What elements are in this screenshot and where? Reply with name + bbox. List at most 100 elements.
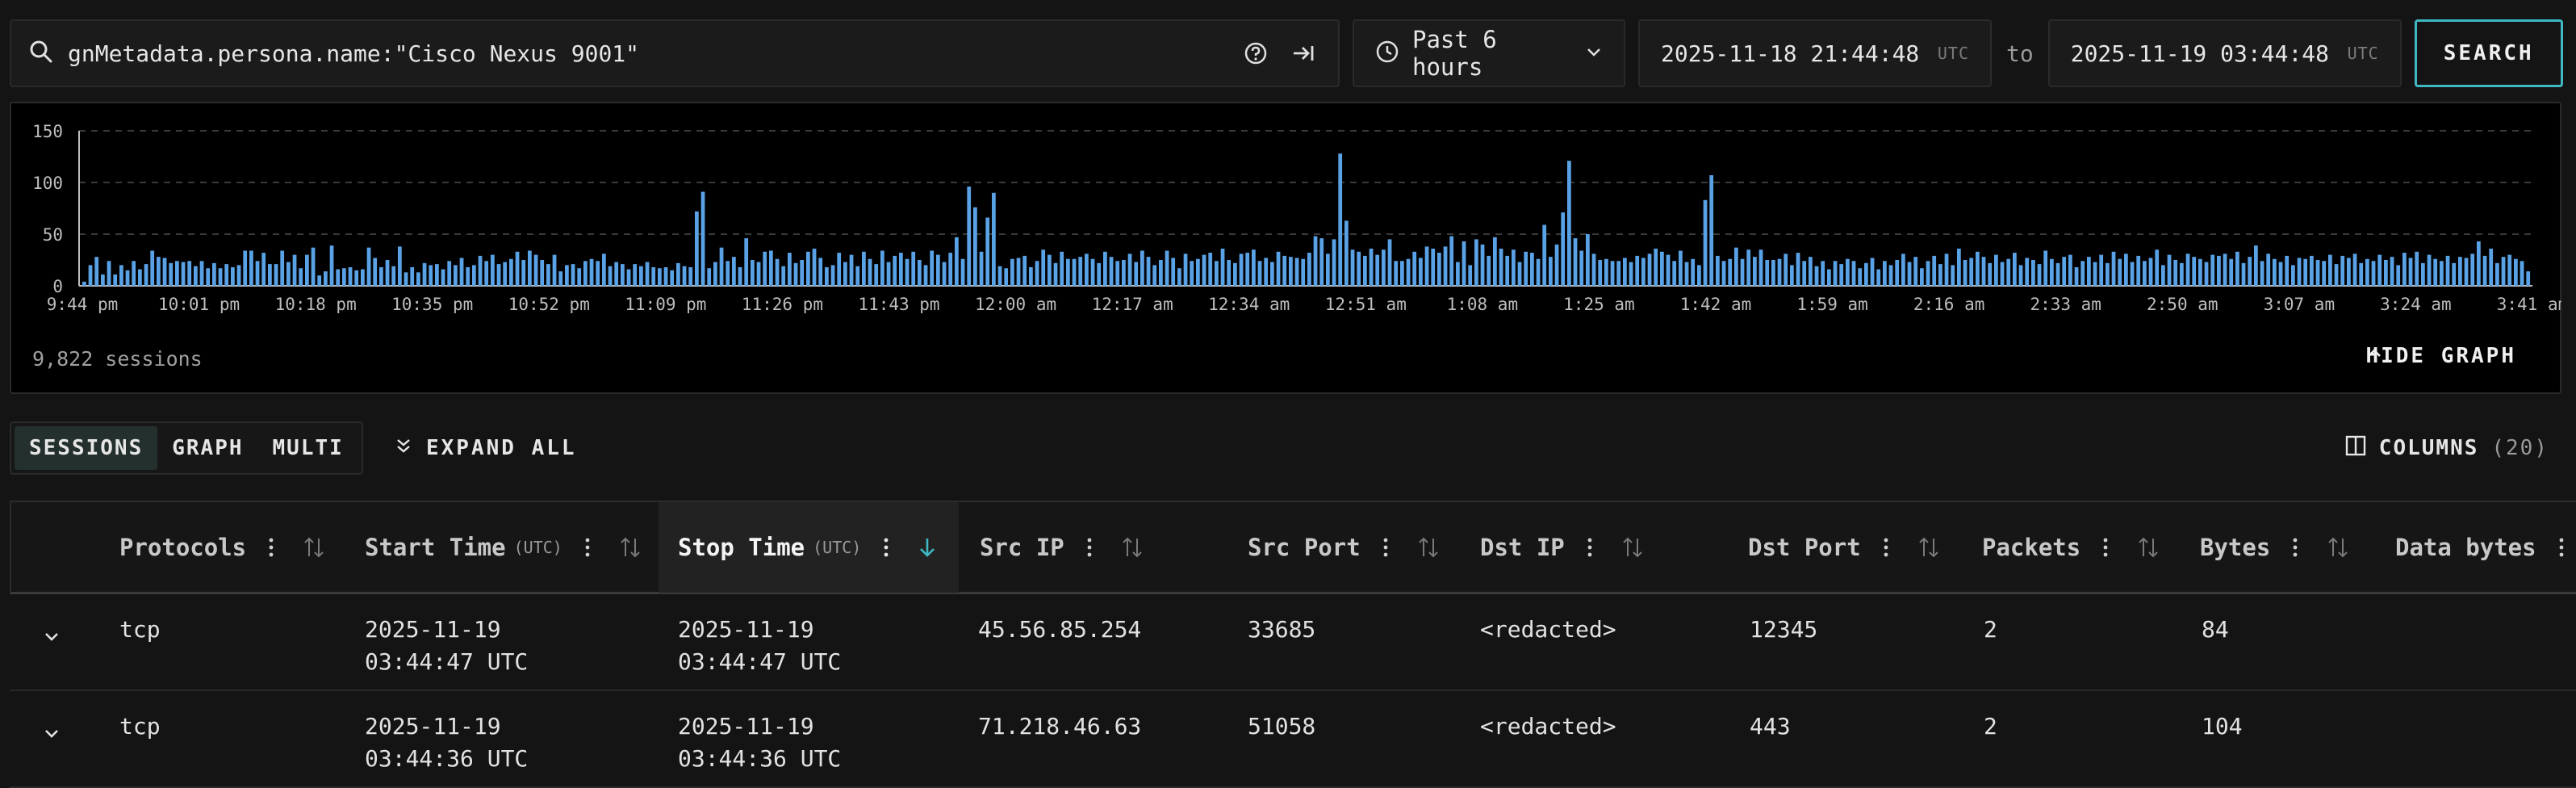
histogram-bar[interactable] bbox=[614, 262, 619, 286]
histogram-bar[interactable] bbox=[218, 268, 223, 286]
histogram-bar[interactable] bbox=[1888, 265, 1893, 286]
histogram-bar[interactable] bbox=[2111, 251, 2116, 286]
histogram-bar[interactable] bbox=[2273, 258, 2277, 286]
histogram-bar[interactable] bbox=[806, 251, 810, 286]
histogram-bar[interactable] bbox=[528, 250, 532, 286]
histogram-bar[interactable] bbox=[2025, 258, 2030, 286]
histogram-bar[interactable] bbox=[1969, 258, 1974, 286]
histogram-bar[interactable] bbox=[781, 266, 786, 286]
histogram-bar[interactable] bbox=[466, 266, 470, 286]
histogram-bar[interactable] bbox=[1610, 261, 1615, 286]
histogram-bar[interactable] bbox=[1740, 258, 1745, 286]
histogram-bar[interactable] bbox=[503, 262, 508, 286]
histogram-bar[interactable] bbox=[1208, 253, 1213, 286]
sort-icon[interactable] bbox=[1417, 537, 1440, 558]
histogram-bar[interactable] bbox=[1876, 269, 1881, 286]
histogram-bar[interactable] bbox=[249, 250, 253, 286]
histogram-bar[interactable] bbox=[2198, 258, 2202, 286]
histogram-bar[interactable] bbox=[1382, 249, 1386, 286]
histogram-bar[interactable] bbox=[422, 262, 427, 286]
cell-dst-ip[interactable]: <redacted> bbox=[1480, 614, 1616, 646]
histogram-bar[interactable] bbox=[398, 246, 402, 286]
histogram-bar[interactable] bbox=[1215, 261, 1219, 286]
histogram-bar[interactable] bbox=[1004, 268, 1009, 286]
histogram-bar[interactable] bbox=[1938, 264, 1942, 286]
histogram-bar[interactable] bbox=[1319, 238, 1324, 286]
columns-button[interactable]: COLUMNS (20) bbox=[2345, 421, 2549, 475]
histogram-bar[interactable] bbox=[546, 264, 550, 286]
histogram-bar[interactable] bbox=[1016, 258, 1021, 286]
histogram-bar[interactable] bbox=[1721, 261, 1726, 286]
histogram-bar[interactable] bbox=[818, 258, 823, 286]
histogram-bar[interactable] bbox=[206, 268, 211, 286]
hide-graph-button[interactable]: HIDE GRAPH bbox=[2365, 344, 2528, 368]
histogram-bar[interactable] bbox=[955, 237, 959, 286]
histogram-bar[interactable] bbox=[199, 261, 204, 286]
histogram-bar[interactable] bbox=[82, 281, 86, 286]
column-header-src-port[interactable]: Src Port bbox=[1248, 502, 1440, 593]
histogram-bar[interactable] bbox=[2266, 254, 2271, 286]
histogram-bar[interactable] bbox=[1245, 253, 1250, 286]
histogram-bar[interactable] bbox=[1771, 260, 1775, 286]
histogram-bar[interactable] bbox=[1301, 258, 1306, 286]
histogram-bar[interactable] bbox=[596, 261, 600, 286]
histogram-bar[interactable] bbox=[1140, 250, 1144, 286]
histogram-bar[interactable] bbox=[509, 258, 513, 286]
histogram-bar[interactable] bbox=[2445, 255, 2450, 286]
histogram-bar[interactable] bbox=[1480, 244, 1485, 286]
histogram-bar[interactable] bbox=[236, 265, 241, 286]
histogram-bar[interactable] bbox=[2155, 249, 2160, 286]
histogram-bar[interactable] bbox=[911, 251, 916, 286]
histogram-bar[interactable] bbox=[2254, 245, 2258, 286]
histogram-bar[interactable] bbox=[533, 254, 538, 286]
histogram-bar[interactable] bbox=[292, 254, 297, 286]
histogram-bar[interactable] bbox=[2043, 250, 2048, 286]
histogram-bar[interactable] bbox=[837, 253, 842, 286]
histogram-bar[interactable] bbox=[855, 266, 860, 286]
histogram-bar[interactable] bbox=[2223, 254, 2227, 286]
histogram-bar[interactable] bbox=[645, 262, 650, 286]
histogram-bar[interactable] bbox=[1926, 261, 1930, 286]
histogram-bar[interactable] bbox=[2192, 257, 2197, 286]
column-header-start-time[interactable]: Start Time (UTC) bbox=[365, 502, 642, 593]
histogram-bar[interactable] bbox=[1097, 262, 1102, 286]
column-menu-icon[interactable] bbox=[269, 537, 274, 558]
histogram-bar[interactable] bbox=[1078, 257, 1083, 286]
histogram-bar[interactable] bbox=[1833, 261, 1838, 286]
histogram-bar[interactable] bbox=[2297, 258, 2302, 286]
histogram-bar[interactable] bbox=[1010, 258, 1014, 286]
histogram-bar[interactable] bbox=[1412, 251, 1417, 286]
histogram-bar[interactable] bbox=[1400, 261, 1404, 286]
histogram-bar[interactable] bbox=[1913, 257, 1918, 286]
histogram-bar[interactable] bbox=[1375, 254, 1380, 286]
histogram-bar[interactable] bbox=[2018, 265, 2023, 286]
start-datetime-value[interactable]: 2025-11-18 21:44:48 bbox=[1661, 40, 1938, 67]
histogram-bar[interactable] bbox=[960, 258, 965, 286]
histogram-bar[interactable] bbox=[1870, 258, 1875, 286]
histogram-bar[interactable] bbox=[682, 266, 687, 286]
histogram-bar[interactable] bbox=[788, 253, 792, 286]
histogram-bar[interactable] bbox=[2093, 262, 2097, 286]
sort-icon[interactable] bbox=[303, 537, 325, 558]
histogram-bar[interactable] bbox=[751, 260, 755, 286]
histogram-bar[interactable] bbox=[373, 258, 378, 286]
histogram-bar[interactable] bbox=[732, 257, 736, 286]
histogram-bar[interactable] bbox=[1586, 234, 1590, 286]
histogram-bar[interactable] bbox=[286, 262, 291, 286]
histogram-bar[interactable] bbox=[676, 262, 680, 286]
column-menu-icon[interactable] bbox=[1087, 537, 1092, 558]
histogram-bar[interactable] bbox=[2365, 258, 2369, 286]
column-header-packets[interactable]: Packets bbox=[1982, 502, 2160, 593]
histogram-bar[interactable] bbox=[1165, 250, 1169, 286]
histogram-bar[interactable] bbox=[1784, 254, 1788, 286]
end-datetime-value[interactable]: 2025-11-19 03:44:48 bbox=[2071, 40, 2348, 67]
histogram-bar[interactable] bbox=[138, 269, 142, 286]
histogram-bar[interactable] bbox=[1883, 261, 1887, 286]
column-menu-icon[interactable] bbox=[2293, 537, 2298, 558]
histogram-bar[interactable] bbox=[1338, 153, 1343, 286]
histogram-bar[interactable] bbox=[169, 262, 174, 286]
histogram-bar[interactable] bbox=[2143, 261, 2147, 286]
histogram-bar[interactable] bbox=[1474, 239, 1478, 286]
tab-multi[interactable]: MULTI bbox=[258, 426, 358, 470]
histogram-bar[interactable] bbox=[1202, 254, 1206, 286]
